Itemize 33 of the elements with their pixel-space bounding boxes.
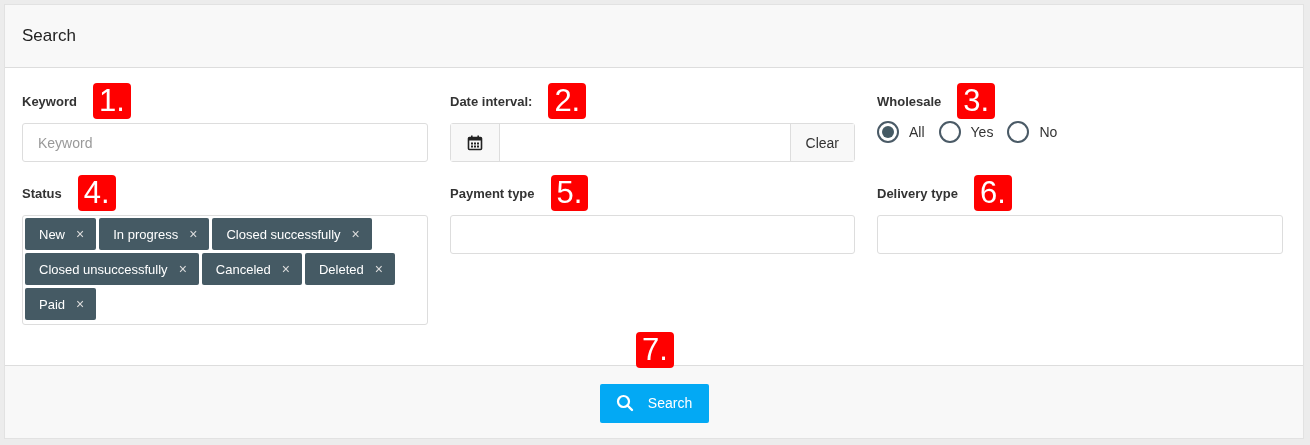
remove-icon[interactable]: ×: [76, 296, 85, 312]
radio-option[interactable]: No: [1007, 121, 1058, 143]
remove-icon[interactable]: ×: [76, 226, 85, 242]
tag-label: Canceled: [215, 261, 271, 277]
tag-label: Deleted: [318, 261, 364, 277]
panel-title: Search: [22, 26, 76, 46]
radio-option[interactable]: Yes: [938, 121, 994, 143]
number-badge: 7.: [636, 332, 674, 368]
radio-option[interactable]: All: [877, 121, 925, 143]
field-label: Status: [22, 185, 62, 201]
status-field[interactable]: New × In progress × Closed successfully × Closed unsuccessfully × Canceled × Deleted × Paid ×: [22, 215, 428, 325]
remove-icon[interactable]: ×: [374, 261, 383, 277]
keyword-field[interactable]: Keyword: [22, 123, 428, 162]
number-badge: 2.: [548, 83, 587, 119]
number-badge: 4.: [77, 175, 116, 211]
field-label: Payment type: [450, 185, 535, 201]
remove-icon[interactable]: ×: [189, 226, 198, 242]
remove-icon[interactable]: ×: [281, 261, 290, 277]
tag-label: Paid: [39, 296, 66, 312]
number-badge: 3.: [957, 83, 996, 119]
tag-label: New: [39, 226, 65, 242]
number-badge: 1.: [92, 83, 131, 119]
tag-label: Closed successfully: [226, 226, 341, 242]
field-label: Delivery type: [877, 185, 958, 201]
tag-label: Closed unsuccessfully: [39, 261, 168, 277]
remove-icon[interactable]: ×: [178, 261, 187, 277]
remove-icon[interactable]: ×: [351, 226, 360, 242]
number-badge: 5.: [550, 175, 589, 211]
tag-label: In progress: [113, 226, 179, 242]
field-label: Wholesale: [877, 93, 942, 109]
field-label: Keyword: [22, 93, 77, 109]
number-badge: 6.: [973, 175, 1012, 211]
field-label: Date interval:: [450, 93, 533, 109]
